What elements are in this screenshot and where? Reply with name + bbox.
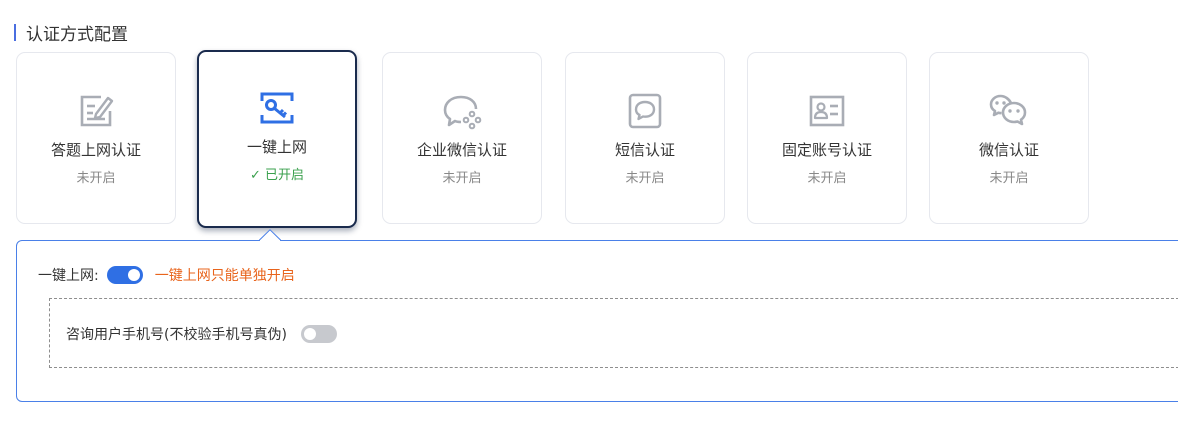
panel-pointer-arrow	[259, 229, 281, 241]
toggle-knob	[303, 328, 316, 340]
auth-card-status: 未开启	[76, 171, 116, 186]
one-click-hint: 一键上网只能单独开启	[154, 268, 295, 284]
auth-card-name: 短信认证	[614, 141, 675, 159]
auth-card-name: 一键上网	[246, 138, 307, 156]
auth-card-sms[interactable]: 短信认证 未开启	[565, 52, 725, 224]
auth-card-status: ✓ 已开启	[249, 168, 305, 183]
toggle-knob	[127, 269, 140, 281]
auth-card-fixed-account[interactable]: 固定账号认证 未开启	[747, 52, 907, 224]
auth-card-status: 未开启	[807, 171, 847, 186]
key-icon	[260, 92, 294, 124]
wechat-icon	[989, 94, 1027, 126]
wecom-icon	[443, 95, 482, 130]
section-title: 认证方式配置	[26, 24, 128, 45]
id-card-icon	[809, 95, 845, 127]
quiz-edit-icon	[80, 95, 114, 127]
one-click-setting-row: 一键上网: 一键上网只能单独开启	[38, 262, 295, 288]
section-header: 认证方式配置	[14, 20, 128, 45]
auth-card-name: 答题上网认证	[50, 141, 141, 159]
auth-card-status: 未开启	[442, 171, 482, 186]
ask-phone-label: 咨询用户手机号(不校验手机号真伪)	[66, 327, 287, 343]
auth-card-wechat[interactable]: 微信认证 未开启	[929, 52, 1089, 224]
auth-card-status: 未开启	[625, 171, 665, 186]
one-click-toggle[interactable]	[106, 266, 143, 284]
auth-card-wecom[interactable]: 企业微信认证 未开启	[382, 52, 542, 224]
ask-phone-toggle[interactable]	[300, 325, 337, 343]
ask-phone-setting-row: 咨询用户手机号(不校验手机号真伪)	[66, 322, 337, 346]
auth-card-name: 微信认证	[978, 141, 1039, 159]
auth-card-status: 未开启	[989, 171, 1029, 186]
auth-card-quiz[interactable]: 答题上网认证 未开启	[16, 52, 176, 224]
auth-card-one-click[interactable]: 一键上网 ✓ 已开启	[197, 50, 357, 228]
sms-icon	[628, 93, 662, 129]
auth-card-name: 固定账号认证	[781, 141, 872, 159]
one-click-label: 一键上网:	[38, 268, 99, 284]
section-accent-bar	[14, 23, 16, 41]
auth-card-name: 企业微信认证	[416, 141, 507, 159]
